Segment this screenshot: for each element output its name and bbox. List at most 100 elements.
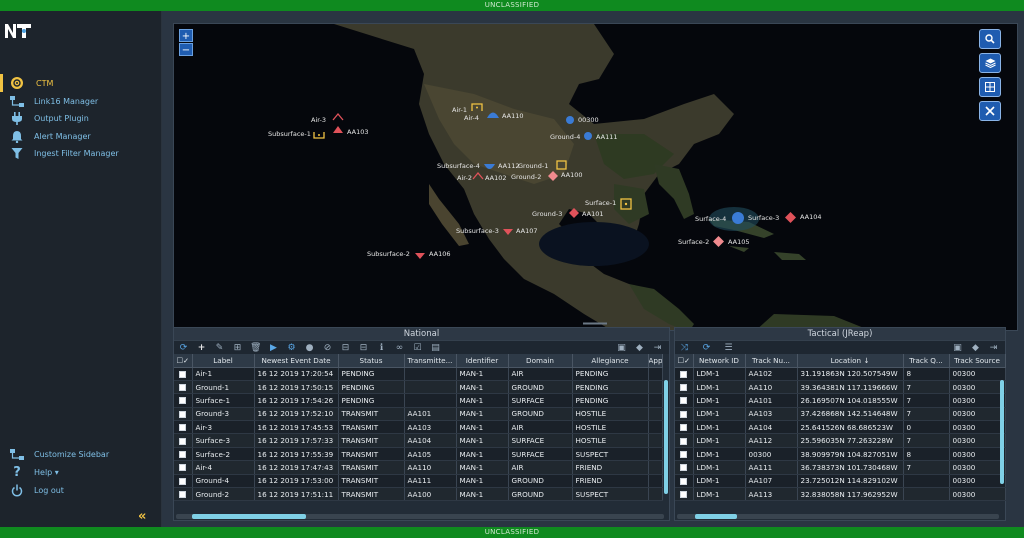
sidebar-item-ctm[interactable]: CTM xyxy=(6,75,53,91)
friend-surface-icon[interactable] xyxy=(731,211,745,225)
table-row[interactable]: LDM-1 AA111 36.738373N 101.730468W 7 00300 xyxy=(675,460,1006,475)
map-layers-button[interactable] xyxy=(979,53,1001,73)
column-header[interactable]: Domain xyxy=(508,354,573,368)
tactical-vertical-scrollbar[interactable] xyxy=(1000,380,1004,484)
row-checkbox[interactable] xyxy=(179,410,187,418)
map-view[interactable]: + − Air-3 Subsurface-1 AA103 Air-1 Air-4… xyxy=(173,23,1018,331)
list-icon[interactable]: ☰ xyxy=(723,343,734,353)
table-row[interactable]: LDM-1 AA107 23.725012N 114.829102W 00300 xyxy=(675,474,1006,489)
row-checkbox[interactable] xyxy=(179,397,187,405)
table-row[interactable]: LDM-1 AA113 32.838058N 117.962952W 00300 xyxy=(675,487,1006,502)
delete-icon[interactable]: 🗑 xyxy=(250,343,261,353)
friend-ground-icon[interactable] xyxy=(583,131,593,141)
pending-ground-icon[interactable] xyxy=(556,160,567,170)
row-checkbox[interactable] xyxy=(680,424,688,432)
table-row[interactable]: LDM-1 AA103 37.426868N 142.514648W 7 00300 xyxy=(675,407,1006,422)
table-row[interactable]: Air-3 16 12 2019 17:45:53 TRANSMIT AA103 MAN… xyxy=(174,420,663,435)
row-checkbox[interactable] xyxy=(179,437,187,445)
column-header[interactable]: Status xyxy=(338,354,405,368)
pending-subsurface-icon[interactable] xyxy=(313,130,325,140)
row-checkbox[interactable] xyxy=(179,424,187,432)
table-row[interactable]: LDM-1 AA101 26.169507N 104.018555W 7 00300 xyxy=(675,393,1006,408)
pending-surface-icon[interactable] xyxy=(620,198,632,210)
suspect-ground-icon[interactable] xyxy=(547,170,559,182)
hostile-subsurface-icon[interactable] xyxy=(502,228,514,236)
row-checkbox[interactable] xyxy=(680,437,688,445)
national-vertical-scrollbar[interactable] xyxy=(664,380,668,494)
play-icon[interactable]: ▶ xyxy=(268,343,279,353)
save-icon[interactable]: ▣ xyxy=(952,343,963,353)
friend-track-icon[interactable] xyxy=(565,115,575,125)
table-row[interactable]: Air-4 16 12 2019 17:47:43 TRANSMIT AA110 MAN… xyxy=(174,460,663,475)
clipboard-icon[interactable]: ▤ xyxy=(430,343,441,353)
column-header[interactable]: ☐✓ xyxy=(174,354,193,368)
row-checkbox[interactable] xyxy=(179,451,187,459)
row-checkbox[interactable] xyxy=(680,491,688,499)
table-row[interactable]: Ground-2 16 12 2019 17:51:11 TRANSMIT AA100… xyxy=(174,487,663,502)
row-checkbox[interactable] xyxy=(680,384,688,392)
sidebar-item-customize-sidebar[interactable]: Customize Sidebar xyxy=(6,446,109,462)
eraser-icon[interactable]: ◆ xyxy=(634,343,645,353)
zoom-in-button[interactable]: + xyxy=(179,29,193,42)
minus-box-icon[interactable]: ⊟ xyxy=(358,343,369,353)
table-row[interactable]: Surface-1 16 12 2019 17:54:26 PENDING MAN-1… xyxy=(174,393,663,408)
add-icon[interactable]: + xyxy=(196,343,207,353)
column-header[interactable]: Network ID xyxy=(693,354,746,368)
sidebar-item-help[interactable]: ? Help ▾ xyxy=(6,464,59,480)
row-checkbox[interactable] xyxy=(179,464,187,472)
tactical-scrollbar-thumb[interactable] xyxy=(695,514,737,519)
row-checkbox[interactable] xyxy=(179,384,187,392)
eraser-icon[interactable]: ◆ xyxy=(970,343,981,353)
row-checkbox[interactable] xyxy=(179,370,187,378)
friend-subsurface-icon[interactable] xyxy=(483,163,496,171)
column-header[interactable]: Track Source xyxy=(949,354,1006,368)
check-box-icon[interactable]: ☑ xyxy=(412,343,423,353)
sidebar-item-ingest-filter-manager[interactable]: Ingest Filter Manager xyxy=(6,145,119,161)
table-row[interactable]: LDM-1 AA112 25.596035N 77.263228W 7 00300 xyxy=(675,433,1006,448)
hostile-air-icon[interactable] xyxy=(472,172,484,180)
hostile-surface-icon[interactable] xyxy=(784,211,797,224)
column-header[interactable]: Track Q... xyxy=(903,354,950,368)
table-row[interactable]: Surface-2 16 12 2019 17:55:39 TRANSMIT AA10… xyxy=(174,447,663,462)
row-checkbox[interactable] xyxy=(680,477,688,485)
sidebar-item-alert-manager[interactable]: Alert Manager xyxy=(6,128,91,144)
row-checkbox[interactable] xyxy=(680,410,688,418)
suspect-surface-icon[interactable] xyxy=(712,235,725,248)
national-scrollbar-thumb[interactable] xyxy=(192,514,306,519)
user-icon[interactable]: ● xyxy=(304,343,315,353)
map-grid-button[interactable] xyxy=(979,77,1001,97)
column-header[interactable]: Location ↓ xyxy=(797,354,904,368)
info-icon[interactable]: ℹ xyxy=(376,343,387,353)
zoom-out-button[interactable]: − xyxy=(179,43,193,56)
row-checkbox[interactable] xyxy=(179,477,187,485)
hostile-subsurface-icon[interactable] xyxy=(414,252,426,260)
table-row[interactable]: LDM-1 AA102 31.191863N 120.507549W 8 00300 xyxy=(675,367,1006,381)
table-row[interactable]: LDM-1 AA104 25.641526N 68.686523W 0 00300 xyxy=(675,420,1006,435)
shuffle-icon[interactable]: ⤨ xyxy=(679,343,690,353)
settings-icon[interactable]: ⚙ xyxy=(286,343,297,353)
map-tools-button[interactable] xyxy=(979,101,1001,121)
table-row[interactable]: LDM-1 00300 38.909979N 104.827051W 8 00300 xyxy=(675,447,1006,462)
column-header[interactable]: Newest Event Date xyxy=(254,354,339,368)
sidebar-item-link16-manager[interactable]: Link16 Manager xyxy=(6,93,98,109)
table-row[interactable]: Surface-3 16 12 2019 17:57:33 TRANSMIT AA10… xyxy=(174,433,663,448)
sidebar-item-log-out[interactable]: Log out xyxy=(6,482,64,498)
map-search-button[interactable] xyxy=(979,29,1001,49)
column-header[interactable]: App xyxy=(648,354,663,368)
table-row[interactable]: Air-1 16 12 2019 17:20:54 PENDING MAN-1 AIR P… xyxy=(174,367,663,381)
table-row[interactable]: Ground-3 16 12 2019 17:52:10 TRANSMIT AA101… xyxy=(174,407,663,422)
hostile-air-icon[interactable] xyxy=(332,113,344,121)
row-checkbox[interactable] xyxy=(179,491,187,499)
column-header[interactable]: Transmitte... xyxy=(404,354,457,368)
save-icon[interactable]: ▣ xyxy=(616,343,627,353)
row-checkbox[interactable] xyxy=(680,370,688,378)
column-header[interactable]: Allegiance xyxy=(572,354,649,368)
column-header[interactable]: ☐✓ xyxy=(675,354,694,368)
hostile-ground-icon[interactable] xyxy=(568,207,580,219)
collapse-sidebar-button[interactable]: « xyxy=(138,509,146,524)
user-off-icon[interactable]: ⊘ xyxy=(322,343,333,353)
column-header[interactable]: Label xyxy=(192,354,255,368)
link-icon[interactable]: ∞ xyxy=(394,343,405,353)
sidebar-item-output-plugin[interactable]: Output Plugin xyxy=(6,110,89,126)
export-icon[interactable]: ⇥ xyxy=(988,343,999,353)
